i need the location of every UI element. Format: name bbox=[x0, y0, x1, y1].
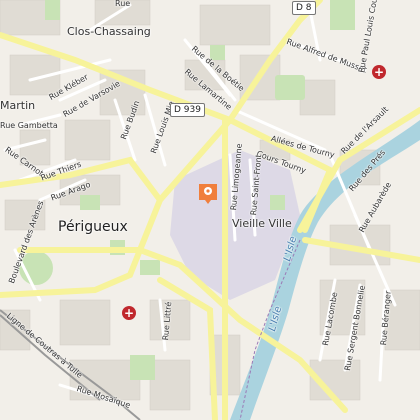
hospital-icon[interactable]: + bbox=[122, 306, 136, 320]
location-pin-icon[interactable] bbox=[196, 182, 220, 206]
place-label-martin: Martin bbox=[0, 99, 36, 112]
street-label-rue-gambetta: Rue Gambetta bbox=[0, 121, 58, 130]
hospital-icon[interactable]: + bbox=[372, 65, 386, 79]
place-label-clos-chassaing: Clos-Chassaing bbox=[67, 25, 151, 38]
road-shield-d939: D 939 bbox=[170, 103, 205, 117]
place-label-vieille-ville: Vieille Ville bbox=[232, 217, 292, 230]
place-label-perigueux: Périgueux bbox=[58, 219, 128, 235]
road-shield-d8: D 8 bbox=[292, 1, 316, 15]
location-pin-graphic bbox=[199, 184, 217, 204]
street-label-rue-top: Rue bbox=[115, 0, 131, 8]
map-view[interactable]: Clos-Chassaing Périgueux Vieille Ville L… bbox=[0, 0, 420, 420]
